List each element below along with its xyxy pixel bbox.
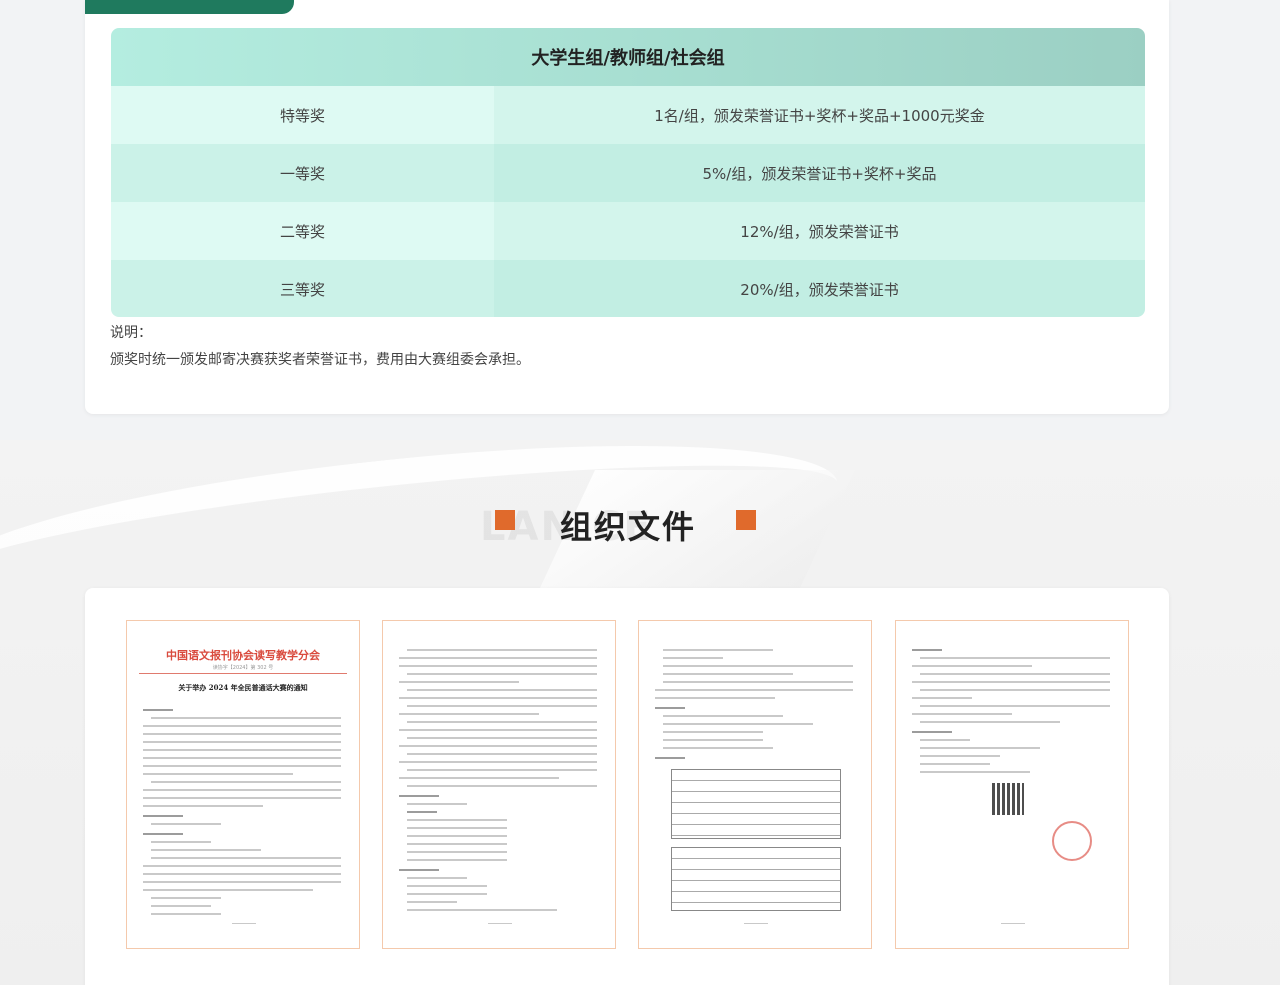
note-text: 颁奖时统一颁发邮寄决赛获奖者荣誉证书，费用由大赛组委会承担。 [110,352,530,368]
awards-table-header: 大学生组/教师组/社会组 [111,28,1145,86]
award-level: 特等奖 [111,86,494,144]
document-table [671,769,841,839]
orange-square-icon [495,510,521,536]
table-row: 特等奖 1名/组，颁发荣誉证书+奖杯+奖品+1000元奖金 [111,86,1145,144]
awards-table: 大学生组/教师组/社会组 特等奖 1名/组，颁发荣誉证书+奖杯+奖品+1000元… [111,28,1145,317]
award-description: 20%/组，颁发荣誉证书 [494,260,1145,317]
award-description: 5%/组，颁发荣誉证书+奖杯+奖品 [494,144,1145,202]
award-level: 一等奖 [111,144,494,202]
document-title: 关于举办 2024 年全民普通话大赛的通知 [178,683,308,692]
orange-square-icon [736,510,762,536]
section-heading: LAN CE 组织文件 [480,500,800,550]
document-table [671,847,841,911]
tab-decoration [85,0,294,14]
document-thumbnail[interactable] [638,620,872,949]
document-thumbnail[interactable] [382,620,616,949]
award-level: 二等奖 [111,202,494,260]
table-row: 一等奖 5%/组，颁发荣誉证书+奖杯+奖品 [111,144,1145,202]
document-org: 中国语文报刊协会读写教学分会 [166,649,320,662]
document-thumbnail[interactable] [895,620,1129,949]
table-row: 三等奖 20%/组，颁发荣誉证书 [111,260,1145,317]
award-description: 12%/组，颁发荣誉证书 [494,202,1145,260]
table-row: 二等奖 12%/组，颁发荣誉证书 [111,202,1145,260]
qr-code-icon [992,783,1024,815]
document-thumbnail[interactable]: 中国语文报刊协会读写教学分会 读协字【2024】第 302 号 关于举办 202… [126,620,360,949]
award-description: 1名/组，颁发荣誉证书+奖杯+奖品+1000元奖金 [494,86,1145,144]
official-seal-icon [1052,821,1092,861]
award-level: 三等奖 [111,260,494,317]
document-number: 读协字【2024】第 302 号 [212,665,274,671]
section-title: 组织文件 [560,508,697,546]
note-label: 说明： [110,325,152,341]
